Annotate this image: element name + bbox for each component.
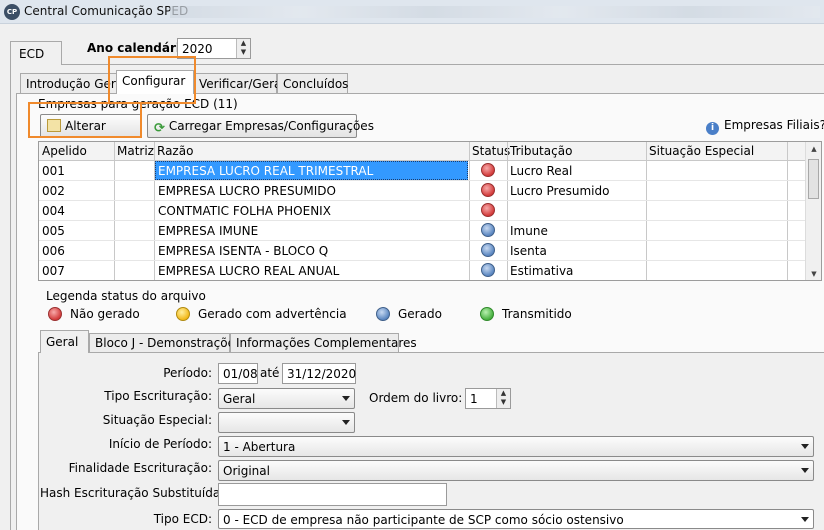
ate-label: até: [260, 366, 280, 380]
status-generated-icon: [481, 243, 495, 257]
periodo-inicio-field[interactable]: 01/08: [218, 363, 258, 384]
col-status[interactable]: Status: [472, 144, 510, 158]
configurar-tab-highlight: [108, 56, 196, 104]
cell-tributacao: Isenta: [510, 244, 547, 258]
cell-tributacao: Lucro Real: [510, 164, 573, 178]
legend-yellow-icon: [176, 307, 190, 321]
scroll-thumb[interactable]: [808, 159, 819, 199]
chevron-down-icon: [801, 517, 809, 522]
finalidade-select[interactable]: Original: [218, 460, 814, 481]
reload-icon: ⟳: [154, 121, 165, 136]
empresas-filiais-link[interactable]: i Empresas Filiais?: [706, 118, 824, 135]
spin-up-icon[interactable]: ▲: [237, 39, 250, 48]
col-matriz[interactable]: Matriz: [117, 144, 154, 158]
periodo-label: Período:: [163, 366, 212, 380]
tipo-ecd-label: Tipo ECD:: [153, 512, 212, 526]
ano-calendario-value: 2020: [182, 42, 213, 56]
scroll-up-icon[interactable]: ▲: [806, 142, 821, 156]
status-generated-icon: [481, 263, 495, 277]
cell-tributacao: Imune: [510, 224, 548, 238]
tab-introducao-geral[interactable]: Introdução Geral: [20, 73, 127, 93]
inicio-periodo-select[interactable]: 1 - Abertura: [218, 436, 814, 457]
chevron-down-icon: [801, 468, 809, 473]
cell-razao: EMPRESA LUCRO PRESUMIDO: [158, 184, 336, 198]
table-header: Apelido Matriz Razão Status Tributação S…: [39, 142, 821, 161]
hash-label: Hash Escrituração Substituída:: [40, 486, 225, 500]
tab-concluidos[interactable]: Concluídos: [277, 73, 348, 93]
status-not-generated-icon: [481, 183, 495, 197]
table-row[interactable]: 006 EMPRESA ISENTA - BLOCO Q Isenta: [39, 241, 805, 261]
scroll-down-icon[interactable]: ▼: [806, 267, 821, 280]
situacao-especial-select[interactable]: [218, 412, 355, 433]
situacao-especial-label: Situação Especial:: [102, 413, 212, 427]
ano-spin-buttons[interactable]: ▲ ▼: [236, 39, 250, 58]
table-row[interactable]: 007 EMPRESA LUCRO REAL ANUAL Estimativa: [39, 261, 805, 280]
tab-bloco-j[interactable]: Bloco J - Demonstrações: [89, 333, 241, 352]
table-scrollbar[interactable]: ▲ ▼: [805, 142, 821, 280]
col-tributacao[interactable]: Tributação: [510, 144, 572, 158]
col-razao[interactable]: Razão: [157, 144, 193, 158]
ordem-livro-label: Ordem do livro:: [369, 391, 463, 405]
window-title: Central Comunicação SPED: [24, 4, 189, 18]
status-not-generated-icon: [481, 203, 495, 217]
title-bar-menu-area: [170, 6, 820, 18]
finalidade-label: Finalidade Escrituração:: [68, 461, 212, 475]
carregar-empresas-button[interactable]: ⟳ Carregar Empresas/Configurações: [147, 114, 374, 138]
cell-tributacao: Estimativa: [510, 264, 574, 278]
tipo-escrituracao-label: Tipo Escrituração:: [104, 389, 212, 403]
col-apelido[interactable]: Apelido: [42, 144, 87, 158]
alterar-button-highlight: [28, 102, 142, 138]
empresas-filiais-label: Empresas Filiais?: [724, 118, 824, 132]
title-bar: CP Central Comunicação SPED: [0, 0, 824, 24]
spin-up-icon[interactable]: ▲: [497, 389, 510, 398]
legend-title: Legenda status do arquivo: [46, 289, 206, 303]
tab-verificar-gerar[interactable]: Verificar/Gerar: [193, 73, 286, 93]
cell-tributacao: Lucro Presumido: [510, 184, 610, 198]
cell-razao: CONTMATIC FOLHA PHOENIX: [158, 204, 331, 218]
cell-apelido: 006: [42, 244, 65, 258]
cell-apelido: 004: [42, 204, 65, 218]
hash-field[interactable]: [218, 483, 447, 506]
tipo-escrituracao-select[interactable]: Geral: [218, 388, 355, 409]
chevron-down-icon: [342, 420, 350, 425]
table-row[interactable]: 004 CONTMATIC FOLHA PHOENIX: [39, 201, 805, 221]
cell-apelido: 001: [42, 164, 65, 178]
ordem-livro-stepper[interactable]: 1 ▲ ▼: [465, 388, 511, 409]
chevron-down-icon: [342, 396, 350, 401]
carregar-label: Carregar Empresas/Configurações: [168, 119, 374, 133]
cell-razao: EMPRESA LUCRO REAL ANUAL: [158, 264, 340, 278]
tab-informacoes-complementares[interactable]: Informações Complementares: [230, 333, 417, 352]
legend-nao-gerado: Não gerado: [70, 307, 140, 321]
legend-gerado: Gerado: [398, 307, 442, 321]
table-row[interactable]: 005 EMPRESA IMUNE Imune: [39, 221, 805, 241]
tipo-ecd-select[interactable]: 0 - ECD de empresa não participante de S…: [218, 509, 814, 529]
legend-blue-icon: [376, 307, 390, 321]
legend-green-icon: [480, 307, 494, 321]
legend-transmitido: Transmitido: [502, 307, 572, 321]
cell-razao: EMPRESA IMUNE: [158, 224, 259, 238]
empresas-table[interactable]: Apelido Matriz Razão Status Tributação S…: [38, 141, 822, 281]
spin-down-icon[interactable]: ▼: [237, 48, 250, 57]
inicio-periodo-label: Início de Período:: [108, 437, 212, 451]
cell-apelido: 005: [42, 224, 65, 238]
spin-down-icon[interactable]: ▼: [497, 398, 510, 407]
cell-apelido: 007: [42, 264, 65, 278]
table-row[interactable]: 002 EMPRESA LUCRO PRESUMIDO Lucro Presum…: [39, 181, 805, 201]
col-situacao-especial[interactable]: Situação Especial: [649, 144, 754, 158]
status-generated-icon: [481, 223, 495, 237]
cell-razao: EMPRESA ISENTA - BLOCO Q: [158, 244, 329, 258]
tab-geral[interactable]: Geral: [40, 330, 89, 353]
periodo-fim-field[interactable]: 31/12/2020: [282, 363, 356, 384]
legend-gerado-advertencia: Gerado com advertência: [198, 307, 347, 321]
ordem-spin-buttons[interactable]: ▲ ▼: [496, 389, 510, 408]
legend-red-icon: [48, 307, 62, 321]
table-row[interactable]: 001 EMPRESA LUCRO REAL TRIMESTRAL Lucro …: [39, 161, 805, 181]
cell-apelido: 002: [42, 184, 65, 198]
status-not-generated-icon: [481, 163, 495, 177]
app-logo-icon: CP: [4, 4, 20, 20]
info-icon: i: [706, 122, 719, 135]
tab-ecd[interactable]: ECD: [10, 41, 62, 65]
chevron-down-icon: [801, 444, 809, 449]
cell-razao: EMPRESA LUCRO REAL TRIMESTRAL: [158, 164, 374, 178]
